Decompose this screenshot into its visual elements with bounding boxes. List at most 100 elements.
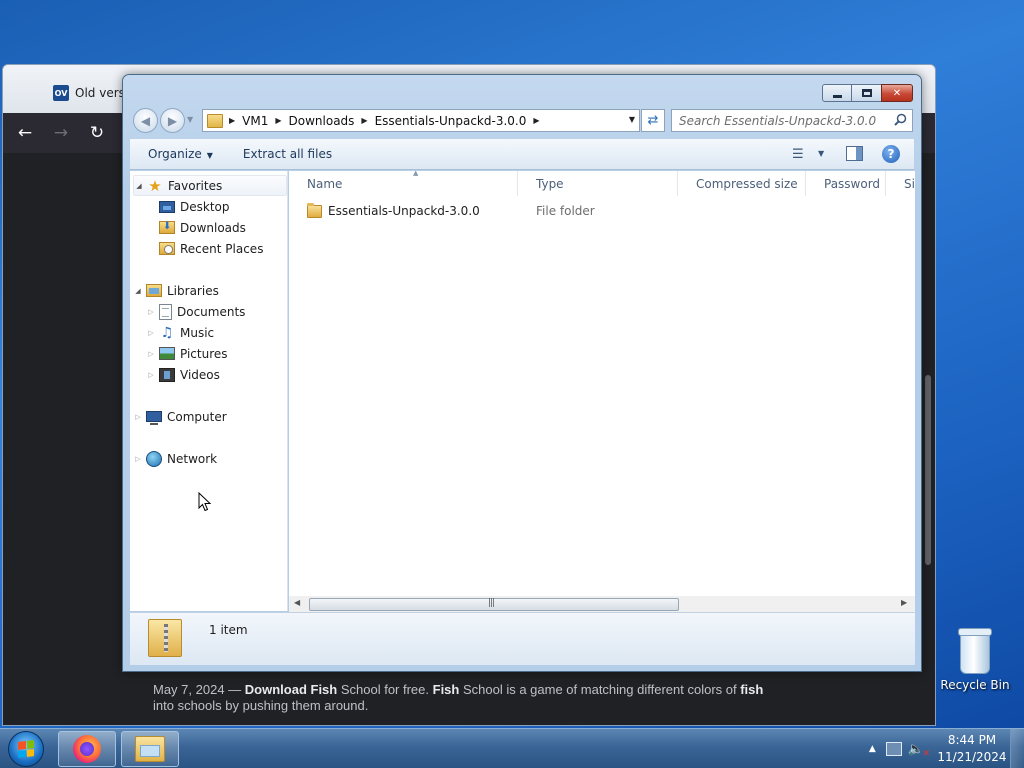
column-header-compressed-size[interactable]: Compressed size: [678, 171, 806, 196]
collapsed-arrow-icon[interactable]: ▷: [133, 455, 143, 463]
recent-pages-dropdown-icon[interactable]: ▼: [187, 115, 193, 124]
file-list[interactable]: Name ▲ Type Compressed size Password ...…: [289, 171, 915, 611]
nav-item-desktop[interactable]: Desktop: [159, 196, 230, 217]
preview-pane-icon[interactable]: [846, 146, 863, 161]
organize-button[interactable]: Organize ▼: [130, 147, 213, 161]
browser-scrollbar[interactable]: [923, 175, 931, 575]
close-button[interactable]: ✕: [881, 84, 913, 102]
nav-item-music[interactable]: ▷ ♫ Music: [146, 322, 214, 343]
grip-icon: |||: [488, 598, 495, 608]
change-view-icon[interactable]: ☰: [792, 147, 804, 162]
taskbar-firefox-button[interactable]: [58, 731, 116, 767]
address-dropdown-icon[interactable]: ▼: [629, 115, 635, 124]
scroll-right-icon[interactable]: ▶: [901, 598, 907, 607]
forward-arrow-icon: ▶: [167, 113, 178, 128]
back-button[interactable]: ◀: [133, 108, 158, 133]
nav-item-computer[interactable]: ▷ Computer: [133, 406, 227, 427]
search-result-snippet: May 7, 2024 — Download Fish School for f…: [153, 682, 793, 714]
result-text-2: School is a game of matching different c…: [459, 682, 741, 697]
documents-icon: [159, 303, 172, 320]
nav-label-downloads: Downloads: [180, 220, 246, 235]
show-hidden-icons-icon[interactable]: ▲: [869, 744, 876, 754]
browser-tab[interactable]: OV Old vers: [53, 81, 125, 105]
expanded-arrow-icon[interactable]: ◢: [134, 182, 144, 190]
file-row[interactable]: Essentials-Unpackd-3.0.0: [307, 201, 480, 221]
nav-item-network[interactable]: ▷ Network: [133, 448, 217, 469]
folder-icon: [307, 202, 322, 218]
computer-icon: [146, 411, 162, 425]
desktop-icon: [159, 201, 175, 213]
forward-icon[interactable]: →: [51, 123, 71, 143]
collapsed-arrow-icon[interactable]: ▷: [146, 308, 156, 316]
result-dash: —: [224, 682, 245, 697]
nav-item-videos[interactable]: ▷ Videos: [146, 364, 220, 385]
downloads-icon: [159, 221, 175, 234]
recycle-bin-shortcut[interactable]: Recycle Bin: [940, 628, 1010, 692]
nav-label-desktop: Desktop: [180, 199, 230, 214]
breadcrumb-vm1[interactable]: VM1: [242, 114, 268, 128]
result-text-1: School for free.: [337, 682, 433, 697]
file-explorer-icon: [135, 736, 165, 762]
taskbar-explorer-button[interactable]: [121, 731, 179, 767]
result-text-3: into schools by pushing them around.: [153, 698, 369, 713]
address-bar[interactable]: ▶ VM1 ▶ Downloads ▶ Essentials-Unpackd-3…: [202, 109, 640, 132]
column-header-type[interactable]: Type: [518, 171, 678, 196]
breadcrumb-chevron-icon[interactable]: ▶: [361, 116, 367, 125]
network-status-icon[interactable]: [885, 742, 902, 756]
nav-item-documents[interactable]: ▷ Documents: [146, 301, 245, 322]
show-desktop-button[interactable]: [1010, 729, 1024, 768]
nav-item-downloads[interactable]: Downloads: [159, 217, 246, 238]
nav-item-favorites[interactable]: ◢ ★ Favorites: [133, 175, 287, 196]
breadcrumb-chevron-icon[interactable]: ▶: [533, 116, 539, 125]
tab-favicon-icon: OV: [53, 85, 69, 101]
recent-places-icon: [159, 242, 175, 255]
search-box[interactable]: [671, 109, 913, 132]
view-options-dropdown-icon[interactable]: ▼: [818, 149, 824, 158]
details-pane: 1 item: [130, 612, 915, 665]
explorer-window[interactable]: ✕ ◀ ▶ ▼ ▶ VM1 ▶ Downloads ▶ Essentials-U…: [122, 74, 922, 672]
back-icon[interactable]: ←: [15, 123, 35, 143]
scroll-left-icon[interactable]: ◀: [294, 598, 300, 607]
nav-item-libraries[interactable]: ◢ Libraries: [133, 280, 219, 301]
breadcrumb-downloads[interactable]: Downloads: [289, 114, 355, 128]
nav-item-recent-places[interactable]: Recent Places: [159, 238, 263, 259]
volume-muted-icon[interactable]: 🔈: [908, 742, 930, 759]
expanded-arrow-icon[interactable]: ◢: [133, 287, 143, 295]
star-icon: ★: [148, 176, 162, 195]
horizontal-scrollbar[interactable]: ◀ ||| ▶: [289, 596, 915, 612]
collapsed-arrow-icon[interactable]: ▷: [146, 350, 156, 358]
nav-label-recent-places: Recent Places: [180, 241, 264, 256]
search-input[interactable]: [679, 113, 884, 128]
refresh-button[interactable]: ⇄: [641, 109, 665, 132]
nav-label-documents: Documents: [177, 304, 246, 319]
horizontal-scroll-thumb[interactable]: |||: [309, 598, 679, 611]
breadcrumb-chevron-icon[interactable]: ▶: [275, 116, 281, 125]
system-tray: ▲ 🔈 8:44 PM 11/21/2024: [869, 729, 1024, 768]
extract-all-button[interactable]: Extract all files: [213, 147, 332, 161]
clock[interactable]: 8:44 PM 11/21/2024: [934, 732, 1010, 766]
breadcrumb-archive[interactable]: Essentials-Unpackd-3.0.0: [375, 114, 527, 128]
start-button[interactable]: [8, 731, 44, 767]
minimize-button[interactable]: [822, 84, 852, 102]
column-header-password[interactable]: Password ...: [806, 171, 886, 196]
maximize-button[interactable]: [851, 84, 882, 102]
column-header-name[interactable]: Name ▲: [289, 171, 518, 196]
refresh-icon: ⇄: [647, 113, 659, 128]
nav-item-pictures[interactable]: ▷ Pictures: [146, 343, 227, 364]
reload-icon[interactable]: ↻: [87, 123, 107, 143]
breadcrumb-chevron-icon[interactable]: ▶: [229, 116, 235, 125]
result-date: May 7, 2024: [153, 682, 225, 697]
collapsed-arrow-icon[interactable]: ▷: [146, 329, 156, 337]
column-label-password: Password ...: [824, 176, 885, 191]
collapsed-arrow-icon[interactable]: ▷: [146, 371, 156, 379]
forward-button[interactable]: ▶: [160, 108, 185, 133]
item-count: 1 item: [209, 623, 248, 637]
browser-scroll-thumb[interactable]: [925, 375, 931, 565]
nav-label-network: Network: [167, 451, 218, 466]
help-icon[interactable]: ?: [882, 145, 900, 163]
network-icon: [146, 450, 162, 467]
collapsed-arrow-icon[interactable]: ▷: [133, 413, 143, 421]
nav-label-libraries: Libraries: [167, 283, 219, 298]
column-header-size[interactable]: Si: [886, 171, 915, 196]
nav-label-favorites: Favorites: [168, 178, 223, 193]
